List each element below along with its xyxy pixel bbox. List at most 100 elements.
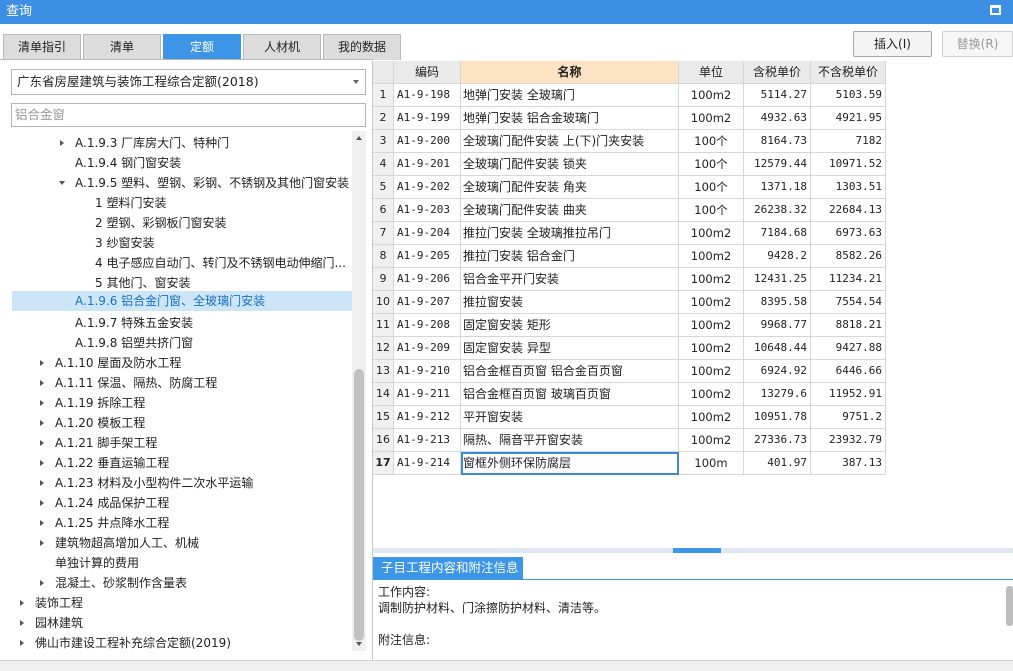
cell-tax-price[interactable]: 5114.27: [744, 84, 811, 107]
cell-code[interactable]: A1-9-202: [394, 176, 461, 199]
cell-code[interactable]: A1-9-212: [394, 406, 461, 429]
tree-node[interactable]: A.1.9.8 铝塑共挤门窗: [0, 333, 352, 353]
cell-notax-price[interactable]: 10971.52: [811, 153, 886, 176]
cell-name[interactable]: 地弹门安装 全玻璃门: [461, 84, 679, 107]
cell-notax-price[interactable]: 22684.13: [811, 199, 886, 222]
row-number[interactable]: 5: [373, 176, 394, 199]
cell-unit[interactable]: 100m2: [679, 360, 744, 383]
cell-tax-price[interactable]: 13279.6: [744, 383, 811, 406]
expand-arrow-icon[interactable]: [40, 520, 44, 526]
cell-notax-price[interactable]: 9427.88: [811, 337, 886, 360]
column-header-code[interactable]: 编码: [394, 61, 461, 84]
cell-unit[interactable]: 100m2: [679, 222, 744, 245]
cell-tax-price[interactable]: 10648.44: [744, 337, 811, 360]
tab-list[interactable]: 清单: [83, 34, 161, 60]
cell-code[interactable]: A1-9-211: [394, 383, 461, 406]
cell-tax-price[interactable]: 12431.25: [744, 268, 811, 291]
column-header-tax-price[interactable]: 含税单价: [744, 61, 811, 84]
cell-notax-price[interactable]: 6973.63: [811, 222, 886, 245]
cell-unit[interactable]: 100m2: [679, 291, 744, 314]
tree-node[interactable]: A.1.11 保温、隔热、防腐工程: [0, 373, 352, 393]
row-number[interactable]: 8: [373, 245, 394, 268]
expand-arrow-icon[interactable]: [40, 540, 44, 546]
cell-name[interactable]: 固定窗安装 异型: [461, 337, 679, 360]
tree-node[interactable]: 建筑物超高增加人工、机械: [0, 533, 352, 553]
expand-arrow-icon[interactable]: [40, 460, 44, 466]
cell-tax-price[interactable]: 401.97: [744, 452, 811, 475]
expand-arrow-icon[interactable]: [40, 420, 44, 426]
cell-name[interactable]: 固定窗安装 矩形: [461, 314, 679, 337]
cell-unit[interactable]: 100m2: [679, 383, 744, 406]
info-scrollbar-thumb[interactable]: [1006, 586, 1013, 626]
cell-notax-price[interactable]: 7182: [811, 130, 886, 153]
cell-name[interactable]: 窗框外侧环保防腐层: [461, 452, 679, 475]
cell-unit[interactable]: 100个: [679, 199, 744, 222]
cell-tax-price[interactable]: 12579.44: [744, 153, 811, 176]
cell-notax-price[interactable]: 7554.54: [811, 291, 886, 314]
cell-code[interactable]: A1-9-214: [394, 452, 461, 475]
cell-notax-price[interactable]: 5103.59: [811, 84, 886, 107]
tree-node-selected[interactable]: A.1.9.6 铝合金门窗、全玻璃门安装: [12, 291, 352, 311]
cell-code[interactable]: A1-9-206: [394, 268, 461, 291]
row-number[interactable]: 12: [373, 337, 394, 360]
row-number[interactable]: 10: [373, 291, 394, 314]
expand-arrow-icon[interactable]: [40, 580, 44, 586]
cell-unit[interactable]: 100m2: [679, 84, 744, 107]
row-number[interactable]: 2: [373, 107, 394, 130]
maximize-icon[interactable]: [990, 5, 1001, 15]
cell-unit[interactable]: 100m2: [679, 107, 744, 130]
cell-tax-price[interactable]: 26238.32: [744, 199, 811, 222]
cell-tax-price[interactable]: 4932.63: [744, 107, 811, 130]
row-number[interactable]: 7: [373, 222, 394, 245]
row-number[interactable]: 11: [373, 314, 394, 337]
cell-notax-price[interactable]: 11234.21: [811, 268, 886, 291]
expand-arrow-icon[interactable]: [40, 400, 44, 406]
expand-arrow-icon[interactable]: [20, 600, 24, 606]
cell-name[interactable]: 全玻璃门配件安装 曲夹: [461, 199, 679, 222]
cell-code[interactable]: A1-9-207: [394, 291, 461, 314]
cell-tax-price[interactable]: 9428.2: [744, 245, 811, 268]
row-number[interactable]: 16: [373, 429, 394, 452]
collapse-arrow-icon[interactable]: [59, 181, 65, 185]
cell-notax-price[interactable]: 1303.51: [811, 176, 886, 199]
tree-node[interactable]: 园林建筑: [0, 613, 352, 633]
expand-arrow-icon[interactable]: [40, 480, 44, 486]
cell-code[interactable]: A1-9-199: [394, 107, 461, 130]
cell-tax-price[interactable]: 9968.77: [744, 314, 811, 337]
tree-node[interactable]: A.1.9.3 厂库房大门、特种门: [0, 133, 352, 153]
row-number[interactable]: 6: [373, 199, 394, 222]
cell-unit[interactable]: 100个: [679, 130, 744, 153]
cell-unit[interactable]: 100个: [679, 153, 744, 176]
cell-tax-price[interactable]: 7184.68: [744, 222, 811, 245]
cell-tax-price[interactable]: 27336.73: [744, 429, 811, 452]
expand-arrow-icon[interactable]: [40, 360, 44, 366]
tree-node[interactable]: A.1.19 拆除工程: [0, 393, 352, 413]
scroll-up-arrow-icon[interactable]: [356, 136, 362, 140]
cell-code[interactable]: A1-9-200: [394, 130, 461, 153]
column-header-notax-price[interactable]: 不含税单价: [811, 61, 886, 84]
search-input[interactable]: 铝合金窗: [11, 103, 366, 127]
tree-node[interactable]: 2 塑钢、彩钢板门窗安装: [0, 213, 352, 233]
cell-code[interactable]: A1-9-213: [394, 429, 461, 452]
tab-my-data[interactable]: 我的数据: [323, 34, 401, 60]
scrollbar-thumb[interactable]: [354, 369, 364, 641]
cell-name[interactable]: 地弹门安装 铝合金玻璃门: [461, 107, 679, 130]
tree-node[interactable]: A.1.22 垂直运输工程: [0, 453, 352, 473]
chevron-down-icon[interactable]: [353, 80, 359, 84]
cell-notax-price[interactable]: 23932.79: [811, 429, 886, 452]
tree-node[interactable]: 5 其他门、窗安装: [0, 273, 352, 293]
tab-item-info[interactable]: 子目工程内容和附注信息: [373, 557, 523, 579]
expand-arrow-icon[interactable]: [20, 620, 24, 626]
cell-notax-price[interactable]: 6446.66: [811, 360, 886, 383]
tab-labor-material-machine[interactable]: 人材机: [243, 34, 321, 60]
row-number[interactable]: 13: [373, 360, 394, 383]
row-number[interactable]: 3: [373, 130, 394, 153]
tree-node[interactable]: A.1.20 模板工程: [0, 413, 352, 433]
expand-arrow-icon[interactable]: [40, 440, 44, 446]
cell-notax-price[interactable]: 9751.2: [811, 406, 886, 429]
cell-code[interactable]: A1-9-198: [394, 84, 461, 107]
tree-node[interactable]: A.1.9.7 特殊五金安装: [0, 313, 352, 333]
expand-arrow-icon[interactable]: [40, 500, 44, 506]
cell-name[interactable]: 铝合金平开门安装: [461, 268, 679, 291]
scroll-down-arrow-icon[interactable]: [356, 642, 362, 646]
